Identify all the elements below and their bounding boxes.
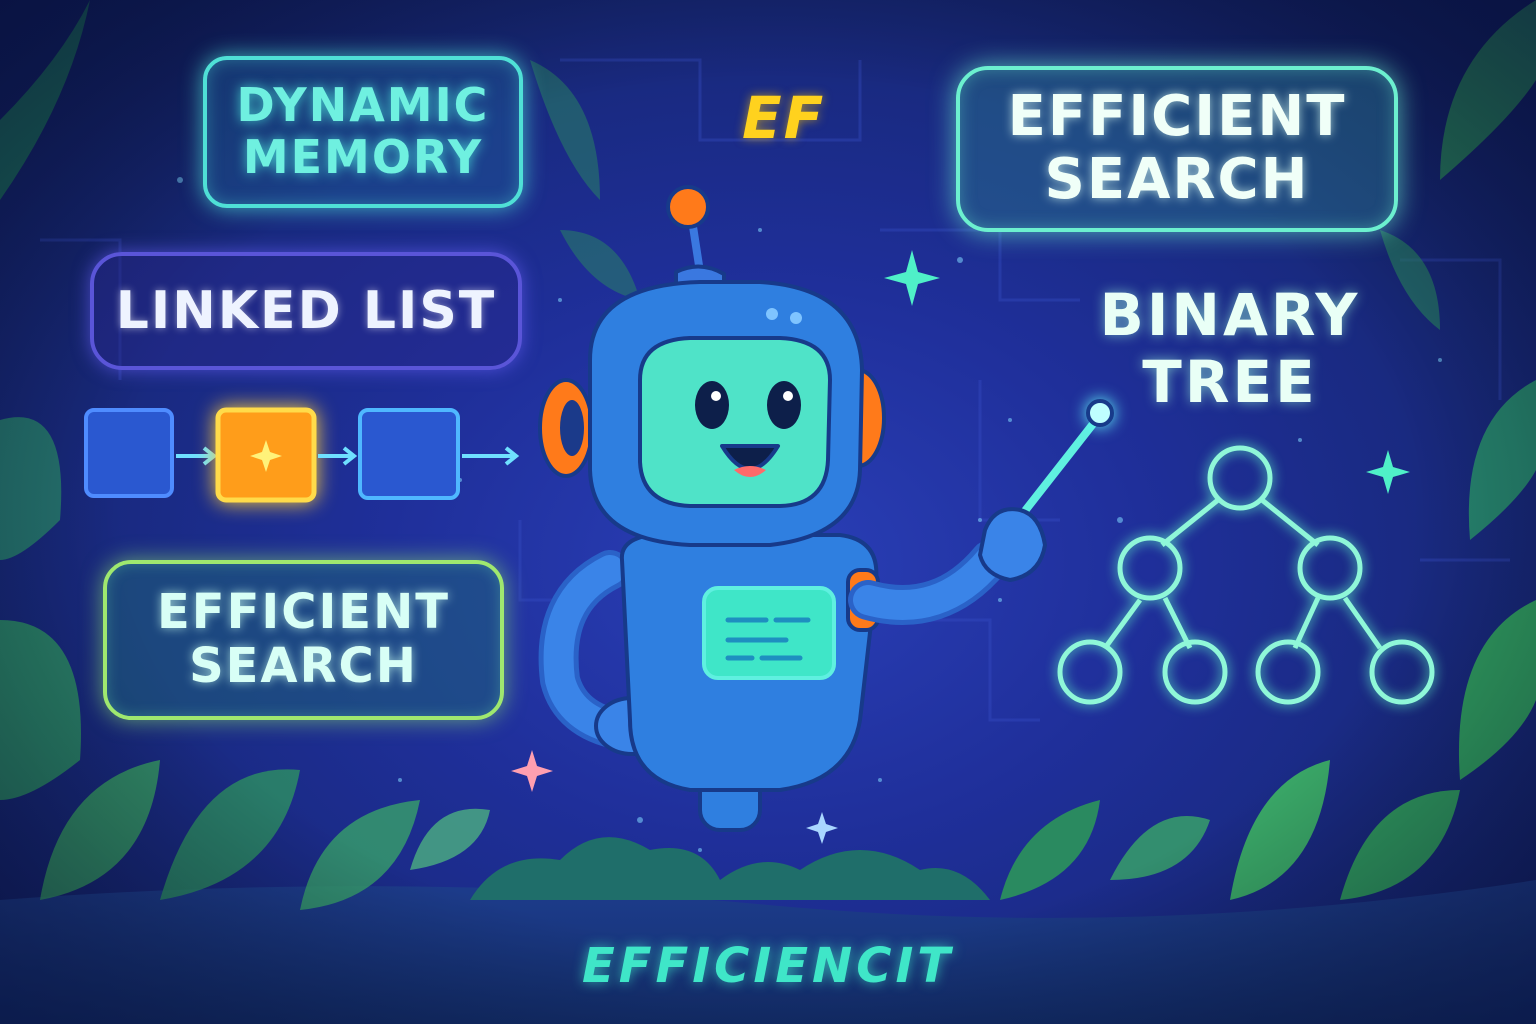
- linked-list-label: LINKED LIST: [90, 252, 522, 370]
- efficient-search-label-right: EFFICIENT SEARCH: [956, 66, 1398, 232]
- brand-footer-wordmark: EFFICIENCIT: [581, 938, 955, 994]
- dynamic-memory-line-1: DYNAMIC: [236, 78, 490, 133]
- efficient-search-left-line-2: SEARCH: [189, 638, 418, 694]
- efficient-search-left-line-1: EFFICIENT: [156, 584, 450, 641]
- efficient-search-right-line-2: SEARCH: [1044, 147, 1310, 212]
- binary-tree-line-2: TREE: [1142, 347, 1318, 416]
- dynamic-memory-line-2: MEMORY: [242, 130, 484, 184]
- efficient-search-label-left: EFFICIENT SEARCH: [103, 560, 504, 720]
- efficient-search-right-line-1: EFFICIENT: [1007, 84, 1347, 150]
- brand-logo: EF: [742, 84, 826, 152]
- dynamic-memory-label: DYNAMIC MEMORY: [203, 56, 523, 208]
- linked-list-text: LINKED LIST: [115, 280, 497, 341]
- binary-tree-line-1: BINARY: [1099, 281, 1361, 349]
- binary-tree-label: BINARY TREE: [1050, 282, 1410, 415]
